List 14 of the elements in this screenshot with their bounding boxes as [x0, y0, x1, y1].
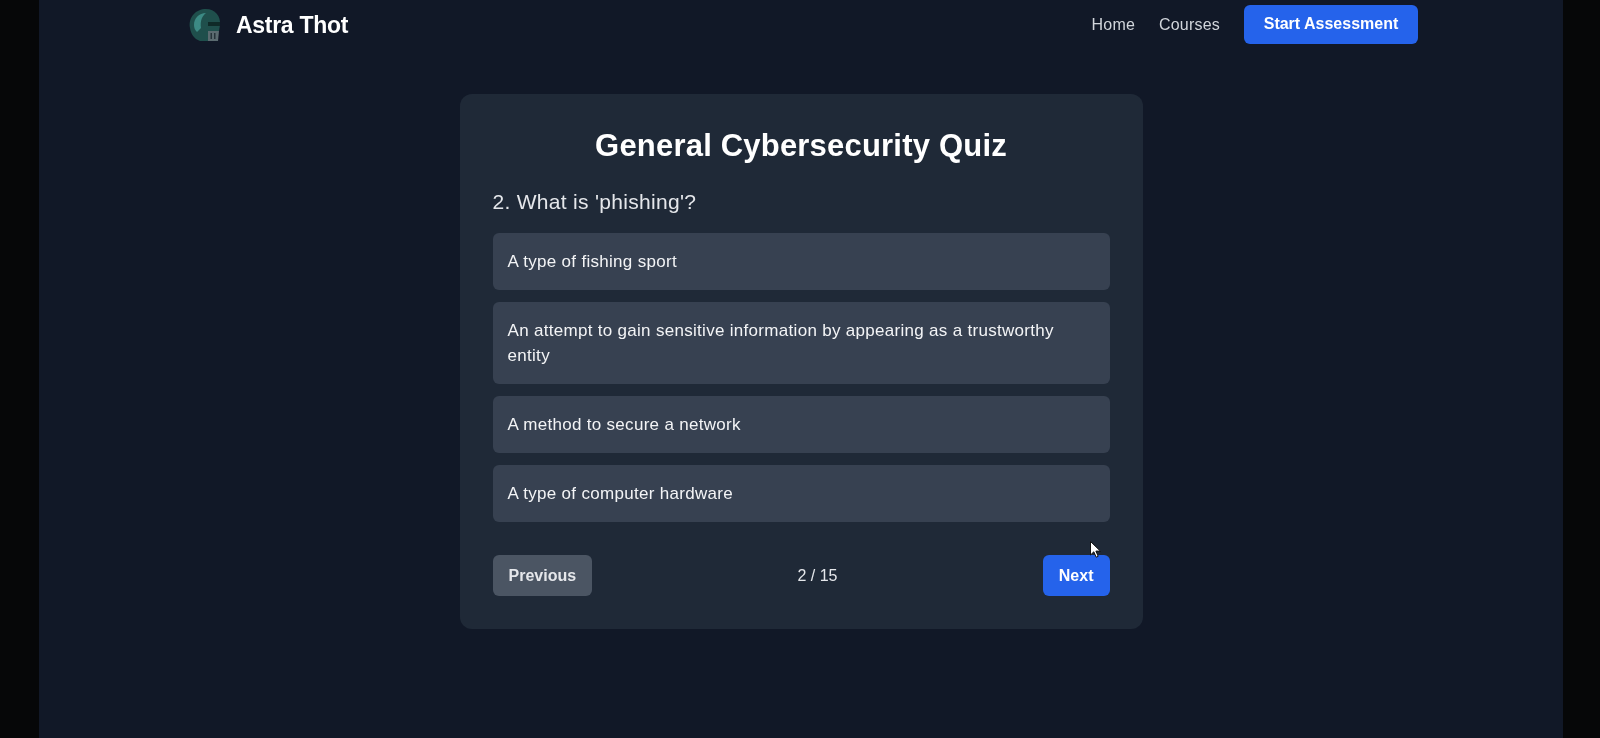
answer-option[interactable]: A type of computer hardware	[492, 465, 1110, 522]
answer-option[interactable]: A type of fishing sport	[492, 233, 1110, 290]
question-text: 2. What is 'phishing'?	[492, 189, 698, 215]
nav-link[interactable]: Home	[1091, 14, 1135, 35]
start-assessment-button[interactable]: Start Assessment	[1244, 5, 1418, 44]
answer-option[interactable]: An attempt to gain sensitive information by appearing as a trustworthy entity	[492, 302, 1110, 384]
next-button[interactable]: Next	[1042, 555, 1110, 596]
quiz-title: General Cybersecurity Quiz	[594, 128, 1008, 164]
answer-option[interactable]: A method to secure a network	[492, 396, 1110, 453]
previous-button[interactable]: Previous	[492, 555, 593, 596]
question-counter: 2 / 15	[797, 565, 838, 586]
cursor-icon	[1089, 541, 1101, 558]
nav-link[interactable]: Courses	[1159, 14, 1220, 35]
brand-name[interactable]: Astra Thot	[236, 11, 348, 38]
